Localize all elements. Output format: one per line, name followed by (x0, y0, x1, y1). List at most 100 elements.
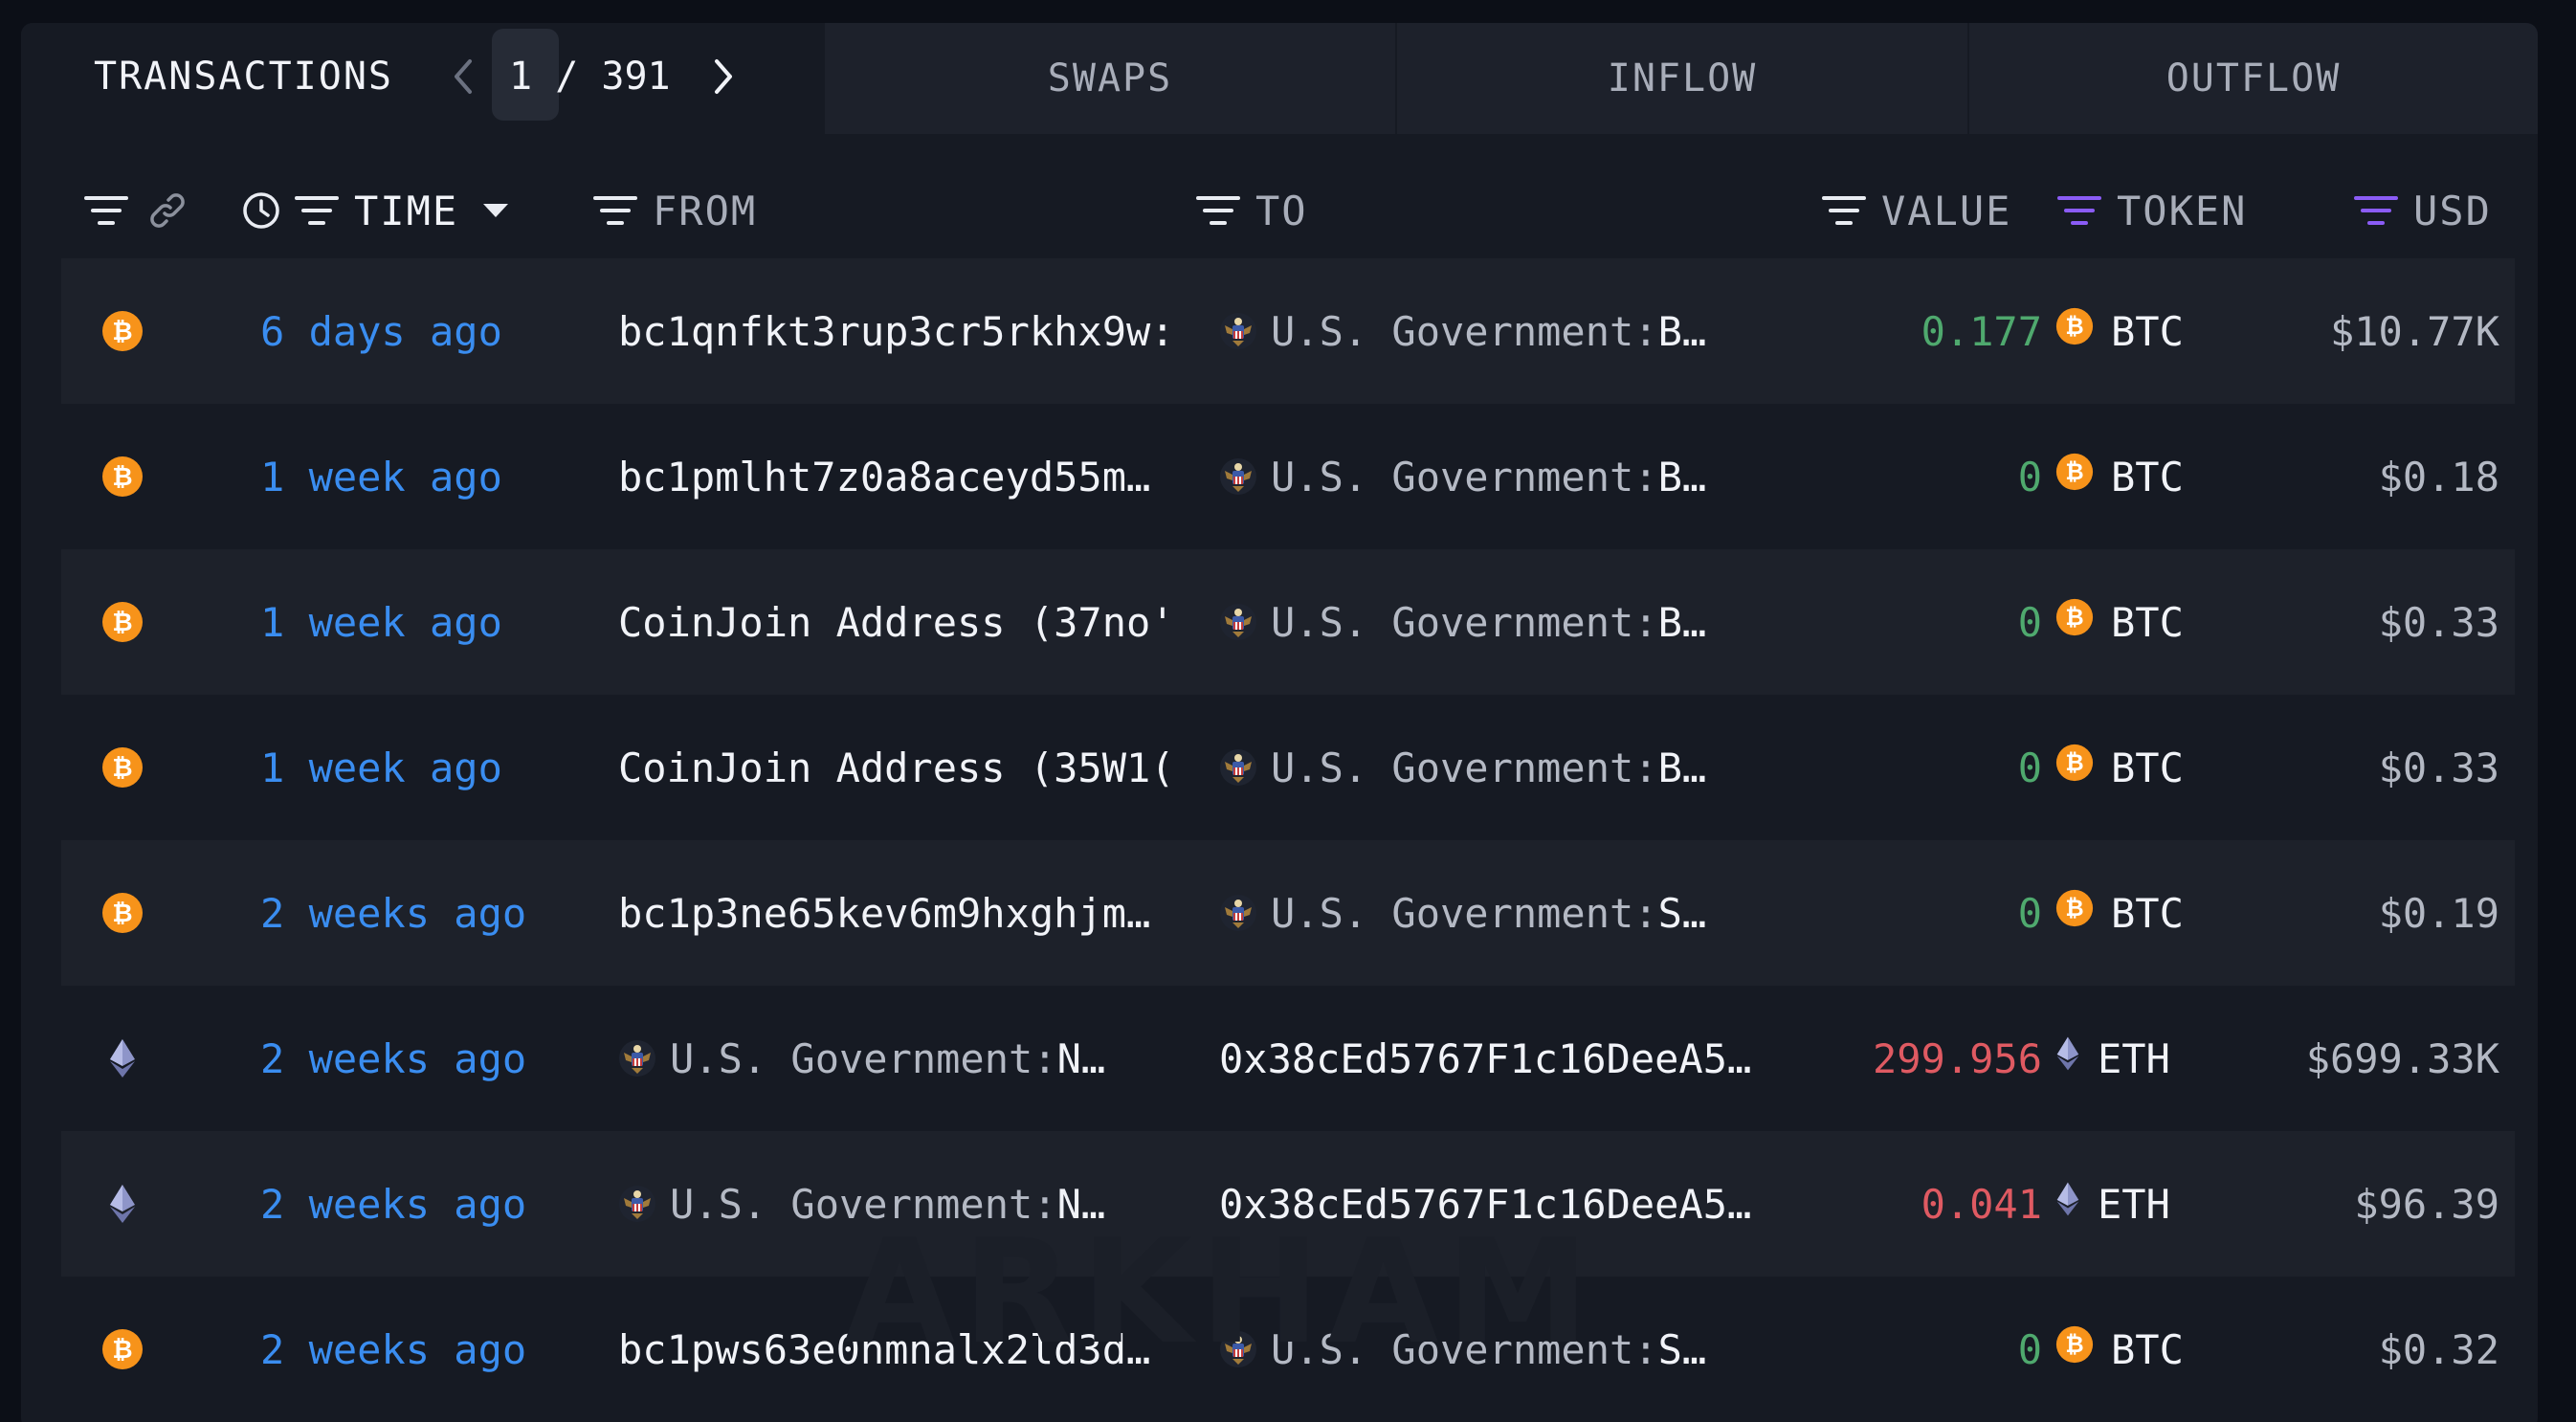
bitcoin-icon[interactable]: ₿ (98, 695, 147, 840)
to-cell[interactable]: U.S. Government: B… (1219, 258, 1832, 404)
tab-swaps[interactable]: SWAPS (825, 23, 1395, 134)
from-address: bc1pmlht7z0a8aceyd55m… (618, 453, 1151, 500)
to-entity-name: U.S. Government: (1271, 889, 1658, 937)
to-cell[interactable]: U.S. Government: B… (1219, 549, 1832, 695)
value-column-label: VALUE (1881, 187, 2012, 234)
tab-outflow[interactable]: OUTFLOW (1969, 23, 2538, 134)
time-cell[interactable]: 2 weeks ago (260, 840, 526, 986)
to-address: 0x38cEd5767F1c16DeeA5… (1219, 1034, 1752, 1082)
time-column-label: TIME (354, 187, 459, 234)
from-column-header[interactable]: FROM (593, 182, 757, 239)
to-column-header[interactable]: TO (1196, 182, 1308, 239)
time-cell[interactable]: 2 weeks ago (260, 1131, 526, 1277)
from-cell[interactable]: CoinJoin Address (35W1( (618, 695, 1183, 840)
usd-column-header[interactable]: USD (2354, 182, 2492, 239)
caret-down-icon (483, 204, 509, 217)
pager-text: 1 / 391 (509, 48, 671, 105)
token-symbol: ETH (2098, 1034, 2170, 1082)
filter-icon (295, 196, 339, 225)
value-cell: 0 (2017, 1325, 2042, 1373)
ethereum-icon[interactable] (98, 1131, 147, 1277)
from-cell[interactable]: bc1pmlht7z0a8aceyd55m… (618, 404, 1183, 549)
token-cell[interactable]: ₿ BTC (2055, 404, 2184, 549)
time-cell[interactable]: 2 weeks ago (260, 986, 526, 1131)
to-cell[interactable]: U.S. Government: S… (1219, 840, 1832, 986)
table-row[interactable]: ₿ 1 week ago CoinJoin Address (37no' U.S. G… (61, 549, 2515, 695)
time-cell[interactable]: 1 week ago (260, 404, 502, 549)
usd-cell: $699.33K (2305, 1034, 2499, 1082)
table-row[interactable]: ₿ 1 week ago bc1pmlht7z0a8aceyd55m… U.S. Go… (61, 404, 2515, 549)
usd-cell: $10.77K (2329, 307, 2499, 355)
time-cell[interactable]: 6 days ago (260, 258, 502, 404)
from-cell[interactable]: bc1qnfkt3rup3cr5rkhx9w: (618, 258, 1183, 404)
to-column-label: TO (1255, 187, 1308, 234)
filter-icon (1196, 196, 1240, 225)
chevron-left-icon[interactable] (444, 48, 482, 105)
token-cell[interactable]: ₿ BTC (2055, 549, 2184, 695)
from-cell[interactable]: bc1p3ne65kev6m9hxghjm… (618, 840, 1183, 986)
chevron-right-icon[interactable] (704, 48, 743, 105)
bitcoin-icon[interactable]: ₿ (98, 258, 147, 404)
time-column-header[interactable]: TIME (241, 182, 510, 239)
time-cell[interactable]: 1 week ago (260, 549, 502, 695)
filter-icon (2354, 196, 2398, 225)
value-column-header[interactable]: VALUE (1822, 182, 2011, 239)
to-cell[interactable]: 0x38cEd5767F1c16DeeA5… (1219, 986, 1832, 1131)
bitcoin-icon: ₿ (2055, 307, 2094, 355)
to-cell[interactable]: U.S. Government: B… (1219, 695, 1832, 840)
ethereum-icon (2055, 1034, 2080, 1082)
bitcoin-icon: ₿ (2055, 889, 2094, 937)
token-column-header[interactable]: TOKEN (2057, 182, 2247, 239)
ethereum-icon (2055, 1180, 2080, 1228)
from-entity-suffix: N… (1056, 1034, 1106, 1082)
tab-inflow[interactable]: INFLOW (1397, 23, 1967, 134)
from-cell[interactable]: U.S. Government: N… (618, 986, 1183, 1131)
token-cell[interactable]: ₿ BTC (2055, 1277, 2184, 1422)
from-address: bc1qnfkt3rup3cr5rkhx9w: (618, 307, 1175, 355)
usd-cell: $0.19 (2378, 889, 2499, 937)
token-cell[interactable]: ₿ BTC (2055, 840, 2184, 986)
token-symbol: BTC (2111, 307, 2184, 355)
link-icon[interactable] (147, 182, 188, 239)
filter-icon (1822, 196, 1866, 225)
transactions-panel: TRANSACTIONS 1 / 391 SWAPS INFLOW OUTFLO… (21, 23, 2538, 1422)
chain-filter-button[interactable] (84, 182, 128, 239)
svg-text:₿: ₿ (2065, 1331, 2083, 1358)
filter-icon (593, 196, 637, 225)
from-address: CoinJoin Address (37no' (618, 598, 1175, 646)
value-cell: 299.956 (1872, 1034, 2042, 1082)
token-cell[interactable]: ETH (2055, 986, 2170, 1131)
from-entity-name: U.S. Government: (670, 1034, 1057, 1082)
to-entity-suffix: S… (1657, 889, 1707, 937)
to-cell[interactable]: U.S. Government: B… (1219, 404, 1832, 549)
svg-text:₿: ₿ (2065, 895, 2083, 922)
from-cell[interactable]: CoinJoin Address (37no' (618, 549, 1183, 695)
token-cell[interactable]: ETH (2055, 1131, 2170, 1277)
us-government-seal-icon (1219, 603, 1257, 641)
svg-text:₿: ₿ (2065, 458, 2083, 485)
page-separator: / (555, 55, 579, 99)
table-row[interactable]: ₿ 6 days ago bc1qnfkt3rup3cr5rkhx9w: U.S. G… (61, 258, 2515, 404)
time-cell[interactable]: 1 week ago (260, 695, 502, 840)
token-symbol: BTC (2111, 598, 2184, 646)
bitcoin-icon[interactable]: ₿ (98, 549, 147, 695)
from-address: bc1p3ne65kev6m9hxghjm… (618, 889, 1151, 937)
token-cell[interactable]: ₿ BTC (2055, 695, 2184, 840)
bitcoin-icon[interactable]: ₿ (98, 404, 147, 549)
to-entity-name: U.S. Government: (1271, 598, 1658, 646)
bitcoin-icon: ₿ (2055, 1325, 2094, 1373)
ethereum-icon[interactable] (98, 986, 147, 1131)
table-row[interactable]: 2 weeks ago U.S. Government: N… 0x38cEd576… (61, 986, 2515, 1131)
tab-transactions[interactable]: TRANSACTIONS 1 / 391 (21, 23, 825, 134)
token-cell[interactable]: ₿ BTC (2055, 258, 2184, 404)
bitcoin-icon[interactable]: ₿ (98, 1277, 147, 1422)
time-cell[interactable]: 2 weeks ago (260, 1277, 526, 1422)
usd-cell: $0.33 (2378, 744, 2499, 791)
bitcoin-icon[interactable]: ₿ (98, 840, 147, 986)
us-government-seal-icon (1219, 894, 1257, 932)
table-row[interactable]: ₿ 2 weeks ago bc1p3ne65kev6m9hxghjm… U.S. G… (61, 840, 2515, 986)
table-row[interactable]: ₿ 1 week ago CoinJoin Address (35W1(U.S. G… (61, 695, 2515, 840)
page-total: 391 (601, 55, 671, 99)
to-entity-suffix: B… (1657, 598, 1707, 646)
value-cell: 0.041 (1921, 1180, 2042, 1228)
